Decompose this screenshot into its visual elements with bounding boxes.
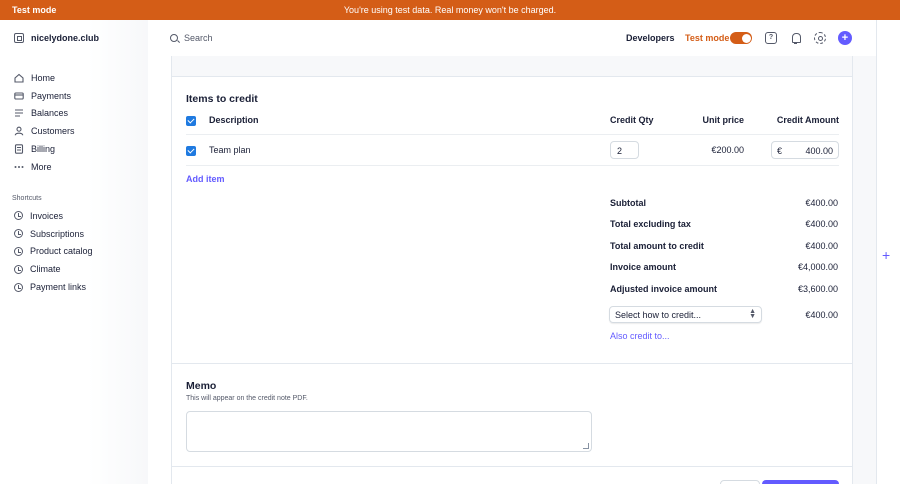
sidebar: nicelydone.club Home Payments Balances C… xyxy=(0,20,148,484)
col-credit-qty: Credit Qty xyxy=(610,115,654,125)
shortcut-label: Subscriptions xyxy=(30,228,85,239)
col-description: Description xyxy=(209,115,259,125)
currency-symbol: € xyxy=(777,146,783,156)
more-icon xyxy=(14,165,24,168)
summary-label-adjusted-invoice: Adjusted invoice amount xyxy=(610,284,718,294)
shortcut-subscriptions[interactable]: Subscriptions xyxy=(14,225,93,243)
test-mode-toggle[interactable] xyxy=(730,32,752,44)
nav-item-label: Balances xyxy=(31,108,69,119)
search-bar[interactable]: Search xyxy=(170,33,213,43)
main-nav: Home Payments Balances Customers Billing… xyxy=(14,69,75,176)
shortcut-label: Product catalog xyxy=(30,246,93,257)
memo-heading: Memo xyxy=(186,380,217,392)
summary-value-invoice-amount: €4,000.00 xyxy=(797,262,838,272)
search-icon xyxy=(170,34,178,42)
shortcut-label: Invoices xyxy=(30,210,64,221)
search-placeholder: Search xyxy=(184,33,213,43)
credit-amount-value: 400.00 xyxy=(805,146,833,156)
test-mode-label: Test mode xyxy=(685,33,730,43)
developers-link[interactable]: Developers xyxy=(626,33,675,43)
clock-icon xyxy=(14,229,23,239)
primary-button[interactable] xyxy=(762,480,839,484)
clock-icon xyxy=(14,211,23,221)
credit-note-form: Items to credit Description Credit Qty U… xyxy=(171,56,853,484)
credit-amount-input[interactable]: € 400.00 xyxy=(771,141,839,159)
help-icon[interactable]: ? xyxy=(765,32,777,44)
divider xyxy=(186,134,839,135)
balances-icon xyxy=(15,109,23,118)
summary-label-invoice-amount: Invoice amount xyxy=(610,262,677,272)
credit-method-select[interactable]: Select how to credit... ▲ ▼ xyxy=(609,306,762,323)
nav-item-billing[interactable]: Billing xyxy=(14,140,75,158)
credit-qty-value: 2 xyxy=(617,146,623,156)
summary-value-total-excl-tax: €400.00 xyxy=(805,219,838,229)
row-checkbox[interactable] xyxy=(186,146,196,156)
nav-item-label: Customers xyxy=(31,126,75,137)
summary-label-total-credit: Total amount to credit xyxy=(610,241,704,251)
shortcut-invoices[interactable]: Invoices xyxy=(14,207,93,225)
right-divider xyxy=(876,20,877,484)
select-all-checkbox[interactable] xyxy=(186,116,196,126)
test-mode-banner: Test mode You're using test data. Real m… xyxy=(0,0,900,20)
clock-icon xyxy=(14,282,23,292)
top-band xyxy=(172,56,852,77)
payments-icon xyxy=(14,92,24,100)
row-description: Team plan xyxy=(209,145,251,155)
clock-icon xyxy=(14,246,23,256)
memo-subtitle: This will appear on the credit note PDF. xyxy=(186,395,308,402)
summary-value-subtotal: €400.00 xyxy=(805,198,838,208)
secondary-button[interactable] xyxy=(720,480,760,484)
notifications-bell-icon[interactable] xyxy=(790,32,802,44)
nav-item-label: Home xyxy=(31,72,56,83)
nav-item-payments[interactable]: Payments xyxy=(14,87,75,105)
account-icon xyxy=(14,33,24,43)
row-unit-price: €200.00 xyxy=(711,145,744,155)
divider xyxy=(172,466,852,467)
account-switcher[interactable]: nicelydone.club xyxy=(14,33,99,43)
summary-value-adjusted-invoice: €3,600.00 xyxy=(797,284,838,294)
top-bar: Search Developers Test mode ? + xyxy=(148,20,876,56)
divider xyxy=(172,363,852,364)
nav-item-label: Payments xyxy=(31,90,72,101)
items-heading: Items to credit xyxy=(186,93,258,105)
shortcuts-heading: Shortcuts xyxy=(12,195,42,202)
home-icon xyxy=(14,73,24,83)
credit-method-placeholder: Select how to credit... xyxy=(615,310,702,320)
col-unit-price: Unit price xyxy=(702,115,744,125)
also-credit-link[interactable]: Also credit to... xyxy=(610,331,670,341)
create-plus-button[interactable]: + xyxy=(838,31,852,45)
shortcut-product-catalog[interactable]: Product catalog xyxy=(14,243,93,261)
add-item-link[interactable]: Add item xyxy=(186,174,225,184)
memo-textarea[interactable] xyxy=(186,411,592,452)
customers-icon xyxy=(14,126,24,136)
account-name: nicelydone.club xyxy=(31,33,100,43)
nav-item-balances[interactable]: Balances xyxy=(14,105,75,123)
add-panel-plus-icon[interactable]: + xyxy=(882,248,890,262)
col-credit-amount: Credit Amount xyxy=(776,115,839,125)
chevron-updown-icon: ▲ ▼ xyxy=(749,308,756,320)
nav-item-label: More xyxy=(31,161,52,172)
shortcut-payment-links[interactable]: Payment links xyxy=(14,278,93,296)
shortcut-label: Climate xyxy=(30,264,61,275)
right-panel xyxy=(853,56,876,484)
divider xyxy=(186,165,839,166)
shortcut-climate[interactable]: Climate xyxy=(14,260,93,278)
credit-qty-input[interactable]: 2 xyxy=(610,141,639,159)
banner-message: You're using test data. Real money won't… xyxy=(343,5,557,15)
summary-label-total-excl-tax: Total excluding tax xyxy=(610,219,691,229)
billing-icon xyxy=(14,144,24,154)
nav-item-customers[interactable]: Customers xyxy=(14,122,75,140)
shortcut-label: Payment links xyxy=(30,282,87,293)
nav-item-more[interactable]: More xyxy=(14,158,75,176)
clock-icon xyxy=(14,264,23,274)
shortcuts-nav: Invoices Subscriptions Product catalog C… xyxy=(14,207,93,296)
settings-gear-icon[interactable] xyxy=(814,32,826,44)
sidebar-gradient xyxy=(88,20,148,484)
credit-method-amount: €400.00 xyxy=(805,310,838,320)
nav-item-label: Billing xyxy=(31,144,56,155)
summary-label-subtotal: Subtotal xyxy=(610,198,646,208)
nav-item-home[interactable]: Home xyxy=(14,69,75,87)
summary-value-total-credit: €400.00 xyxy=(805,241,838,251)
